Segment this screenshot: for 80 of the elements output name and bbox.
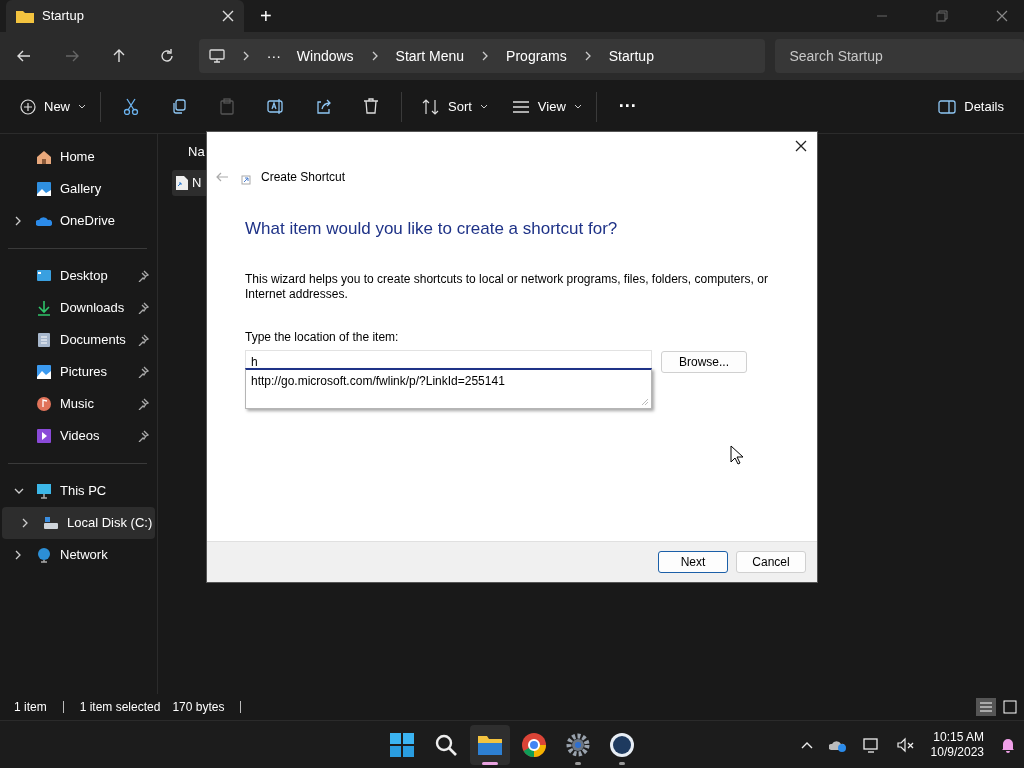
sort-button[interactable]: Sort: [414, 88, 496, 125]
sidebar-item[interactable]: This PC: [2, 475, 155, 507]
selection-size: 170 bytes: [172, 699, 225, 716]
sidebar-item[interactable]: Network: [2, 539, 155, 571]
selection-count: 1 item selected: [79, 699, 161, 716]
sidebar-item[interactable]: Videos: [2, 420, 155, 452]
music-icon: [36, 396, 52, 412]
item-count: 1 item: [14, 699, 47, 716]
tab-title: Startup: [42, 7, 85, 26]
rename-icon[interactable]: [267, 98, 283, 115]
share-icon[interactable]: [315, 98, 331, 115]
network-icon: [36, 547, 52, 563]
description: This wizard helps you to create shortcuts to local or network programs, files, folders, computers, or Internet addresses.: [245, 271, 769, 302]
sidebar-item[interactable]: Gallery: [2, 173, 155, 205]
clock[interactable]: 10:15 AM 10/9/2023: [930, 729, 984, 760]
more-button[interactable]: ···: [610, 88, 645, 125]
close-icon[interactable]: [795, 140, 807, 152]
copy-icon[interactable]: [171, 98, 187, 115]
gallery-icon: [36, 181, 52, 197]
search-field[interactable]: Search Startup: [775, 39, 1024, 73]
network-icon[interactable]: [862, 736, 881, 753]
tiles-view-icon[interactable]: [1000, 698, 1020, 716]
computer-icon: [36, 483, 52, 499]
browse-button[interactable]: Browse...: [661, 351, 747, 373]
forward-icon[interactable]: [63, 48, 80, 64]
file-icon: [175, 174, 189, 191]
sidebar-item[interactable]: Documents: [2, 324, 155, 356]
refresh-icon[interactable]: [158, 48, 175, 64]
windows-logo-icon: [388, 730, 416, 759]
folder-icon: [16, 9, 34, 23]
scissors-icon[interactable]: [123, 98, 139, 115]
browser-icon: [520, 730, 548, 759]
view-button[interactable]: View: [503, 88, 590, 125]
overflow-button[interactable]: ···: [266, 45, 281, 67]
cancel-button[interactable]: Cancel: [736, 551, 806, 573]
sidebar-item[interactable]: Downloads: [2, 292, 155, 324]
new-button[interactable]: New: [12, 88, 94, 125]
folder-app[interactable]: [470, 724, 510, 765]
trash-icon[interactable]: [363, 98, 379, 115]
sidebar-item[interactable]: Home: [2, 141, 155, 173]
tab[interactable]: Startup: [6, 0, 244, 32]
breadcrumb[interactable]: Startup: [608, 45, 654, 67]
details-button[interactable]: Details: [930, 88, 1012, 125]
cursor-icon: [730, 445, 744, 465]
dialog-heading: What item would you like to create a shortcut for?: [245, 218, 619, 240]
caret-icon: [479, 103, 488, 110]
home-icon: [36, 149, 52, 165]
sidebar-item[interactable]: Desktop: [2, 260, 155, 292]
shortcut-icon: [241, 175, 251, 185]
panel-icon: [938, 99, 957, 114]
sidebar-item[interactable]: Local Disk (C:): [2, 507, 155, 539]
new-tab-button[interactable]: +: [260, 4, 272, 28]
dialog-title: Create Shortcut: [261, 169, 346, 186]
sidebar-item[interactable]: OneDrive: [2, 205, 155, 237]
chevron-up-icon[interactable]: [800, 740, 813, 749]
resize-grip-icon: [640, 397, 649, 406]
breadcrumb[interactable]: Windows: [296, 45, 354, 67]
list-icon: [511, 99, 530, 114]
field-label: Type the location of the item:: [245, 328, 400, 346]
caret-icon: [573, 103, 582, 110]
sidebar-item[interactable]: Music: [2, 388, 155, 420]
video-icon: [36, 428, 52, 444]
bell-icon[interactable]: [1000, 736, 1016, 753]
breadcrumb[interactable]: Programs: [506, 45, 567, 67]
picture-icon: [36, 364, 52, 380]
back-icon[interactable]: [15, 48, 32, 64]
download-icon: [36, 300, 52, 316]
document-icon: [36, 332, 52, 348]
address-bar[interactable]: ··· Windows Start Menu Programs Startup: [198, 39, 766, 73]
caret-icon: [78, 103, 86, 110]
desktop-icon: [36, 268, 52, 284]
breadcrumb[interactable]: Start Menu: [395, 45, 465, 67]
details-view-icon[interactable]: [976, 698, 996, 716]
drive-icon: [43, 515, 59, 531]
computer-icon: [208, 49, 225, 63]
next-button[interactable]: Next: [658, 551, 728, 573]
sidebar-item[interactable]: Pictures: [2, 356, 155, 388]
sort-icon: [422, 98, 440, 115]
muted-speaker-icon[interactable]: [896, 736, 915, 753]
plus-circle-icon: [20, 98, 36, 115]
